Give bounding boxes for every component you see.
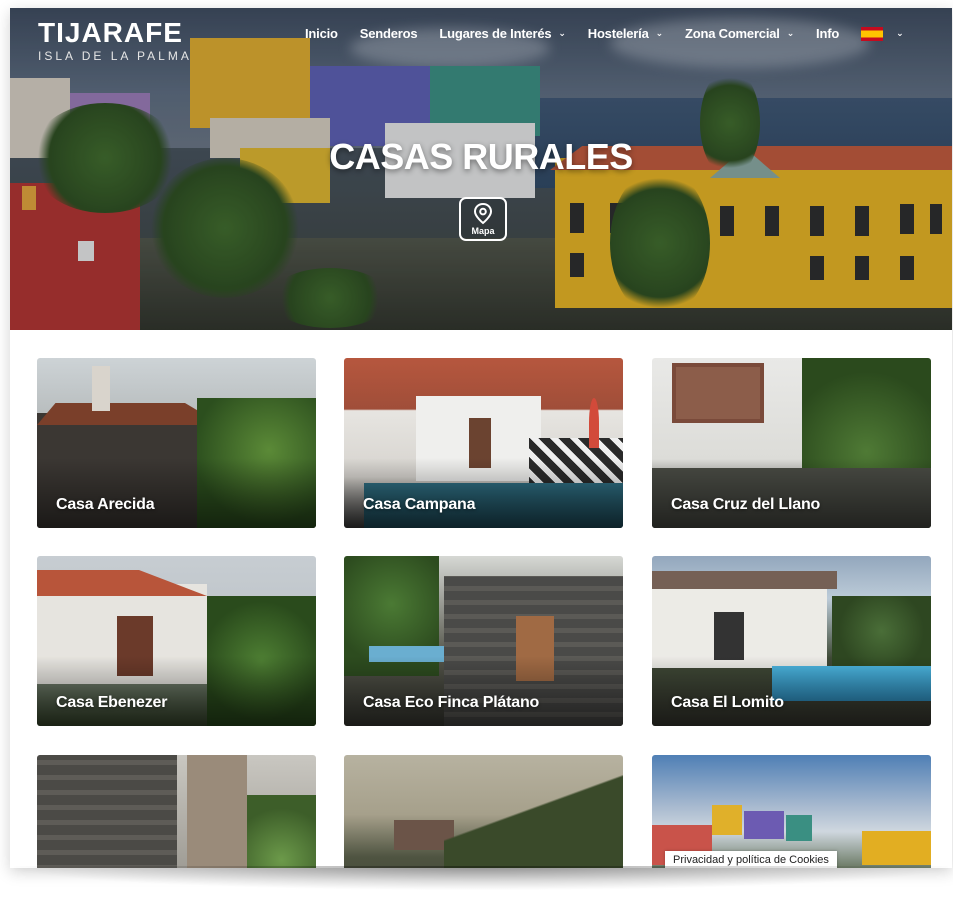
page: TIJARAFE ISLA DE LA PALMA Inicio Sendero…	[10, 8, 952, 868]
card-casa-7[interactable]	[37, 755, 316, 868]
nav-label: Inicio	[305, 26, 338, 41]
card-photo-roof	[37, 403, 222, 425]
card-photo-roof	[652, 571, 837, 589]
nav-label: Info	[816, 26, 840, 41]
logo-title: TIJARAFE	[38, 17, 183, 48]
card-title: Casa Ebenezer	[56, 694, 168, 711]
chevron-down-icon: ⌄	[655, 28, 664, 38]
card-photo-building	[786, 815, 812, 841]
nav-label: Hostelería	[587, 26, 649, 41]
logo-tagline: ISLA DE LA PALMA	[38, 49, 192, 63]
card-shade	[344, 656, 623, 726]
card-title: Casa Campana	[363, 496, 476, 513]
main-nav: Inicio Senderos Lugares de Interés ⌄ Host…	[305, 26, 925, 41]
card-photo-balcony	[187, 755, 247, 868]
card-photo-roof	[37, 570, 207, 596]
map-pin-icon	[473, 203, 493, 225]
site-logo[interactable]: TIJARAFE ISLA DE LA PALMA	[38, 17, 192, 64]
nav-item-info[interactable]: Info	[816, 26, 839, 41]
page-shadow	[14, 866, 948, 890]
card-title: Casa Cruz del Llano	[671, 496, 821, 513]
nav-label: Zona Comercial	[684, 26, 780, 41]
card-shade	[37, 656, 316, 726]
card-shade	[652, 458, 931, 528]
card-casa-8[interactable]	[344, 755, 623, 868]
spain-flag-icon	[861, 26, 884, 41]
hero-banner: TIJARAFE ISLA DE LA PALMA Inicio Sendero…	[10, 8, 952, 330]
card-title: Casa Arecida	[56, 496, 155, 513]
card-photo-umbrella	[589, 398, 599, 448]
card-casa-cruz-del-llano[interactable]: Casa Cruz del Llano	[652, 358, 931, 528]
card-photo-door	[714, 612, 744, 660]
card-photo-stone-wall	[37, 755, 177, 868]
card-shade	[37, 458, 316, 528]
card-casa-campana[interactable]: Casa Campana	[344, 358, 623, 528]
chevron-down-icon: ⌄	[558, 28, 566, 38]
card-photo-plants	[247, 795, 316, 868]
card-casa-eco-finca-platano[interactable]: Casa Eco Finca Plátano	[344, 556, 623, 726]
card-casa-arecida[interactable]: Casa Arecida	[37, 358, 316, 528]
card-title: Casa Eco Finca Plátano	[363, 694, 540, 711]
card-shade	[344, 458, 623, 528]
card-photo-window	[672, 363, 764, 423]
nav-label: Senderos	[359, 26, 418, 41]
card-photo-yellow-building	[862, 831, 931, 865]
card-casa-ebenezer[interactable]: Casa Ebenezer	[37, 556, 316, 726]
nav-item-zona-comercial[interactable]: Zona Comercial ⌄	[685, 26, 794, 41]
chevron-down-icon: ⌄	[786, 28, 795, 38]
nav-item-hosteleria[interactable]: Hostelería ⌄	[588, 26, 663, 41]
card-casa-el-lomito[interactable]: Casa El Lomito	[652, 556, 931, 726]
card-photo-building	[712, 805, 742, 835]
nav-label: Lugares de Interés	[439, 26, 552, 41]
map-button[interactable]: Mapa	[459, 197, 507, 241]
card-photo-hill	[444, 775, 623, 868]
nav-item-lugares[interactable]: Lugares de Interés ⌄	[439, 26, 566, 41]
map-button-label: Mapa	[471, 226, 495, 236]
card-shade	[652, 656, 931, 726]
nav-item-senderos[interactable]: Senderos	[360, 26, 418, 41]
card-title: Casa El Lomito	[671, 694, 784, 711]
chevron-down-icon: ⌄	[896, 28, 904, 38]
page-title: CASAS RURALES	[329, 136, 633, 177]
card-photo-chimney	[92, 366, 110, 411]
card-photo-building	[744, 811, 784, 839]
nav-item-inicio[interactable]: Inicio	[305, 26, 338, 41]
language-selector[interactable]: ⌄	[861, 26, 904, 41]
